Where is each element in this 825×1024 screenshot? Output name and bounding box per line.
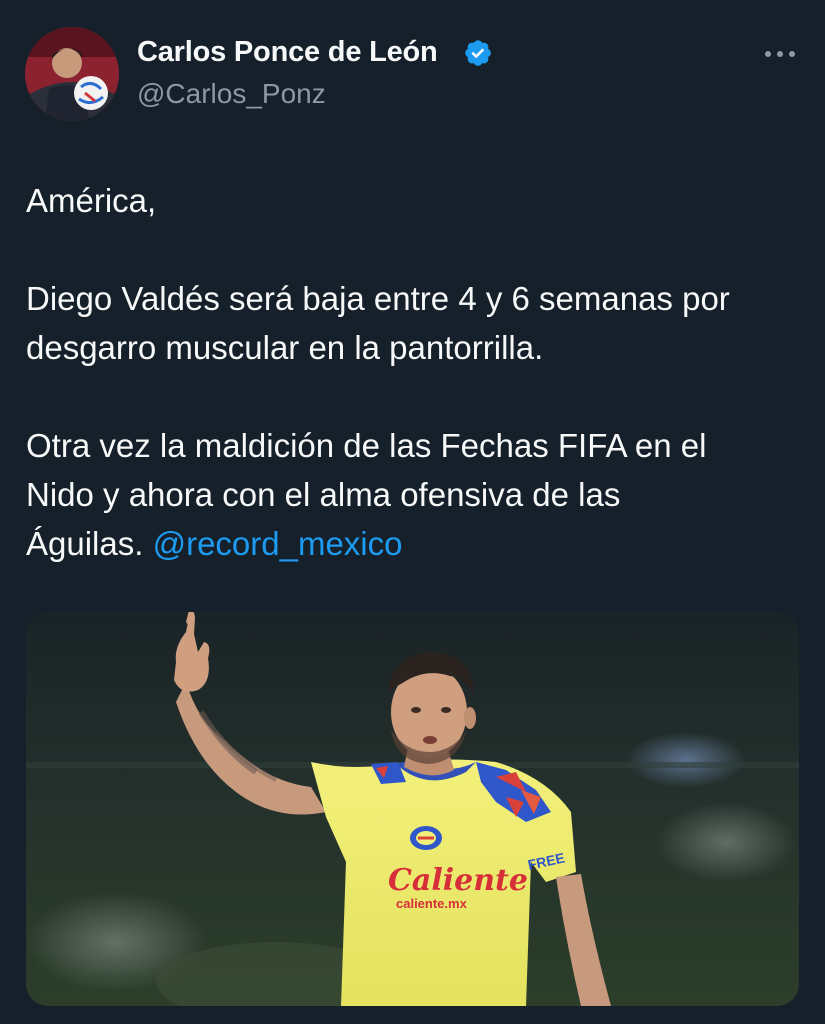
tweet-media-image[interactable]: Caliente caliente.mx FREE [26, 612, 799, 1006]
profile-photo-icon [25, 27, 119, 121]
tweet-card: Carlos Ponce de León @Carlos_Ponz Améric… [0, 0, 825, 1024]
more-options-button[interactable] [752, 36, 808, 72]
more-dots-icon [765, 51, 795, 57]
avatar[interactable] [25, 27, 119, 121]
tweet-line: desgarro muscular en la pantorrilla. [26, 329, 544, 366]
shirt-sponsor-text: Caliente [388, 863, 528, 898]
tweet-text: América, Diego Valdés será baja entre 4 … [26, 176, 806, 568]
shirt-sponsor-sub-text: caliente.mx [396, 896, 468, 911]
tweet-line: Otra vez la maldición de las Fechas FIFA… [26, 427, 707, 464]
tweet-line: Águilas. @record_mexico [26, 519, 806, 568]
author-name[interactable]: Carlos Ponce de León [137, 36, 438, 69]
player-photo: Caliente caliente.mx FREE [26, 612, 799, 1006]
author-handle[interactable]: @Carlos_Ponz [137, 78, 326, 110]
verified-badge-icon [465, 40, 491, 66]
tweet-line-text: Águilas. [26, 525, 144, 562]
tweet-line: América, [26, 182, 157, 219]
mention-link[interactable]: @record_mexico [153, 525, 403, 562]
tweet-line: Nido y ahora con el alma ofensiva de las [26, 476, 621, 513]
tweet-line: Diego Valdés será baja entre 4 y 6 seman… [26, 280, 730, 317]
